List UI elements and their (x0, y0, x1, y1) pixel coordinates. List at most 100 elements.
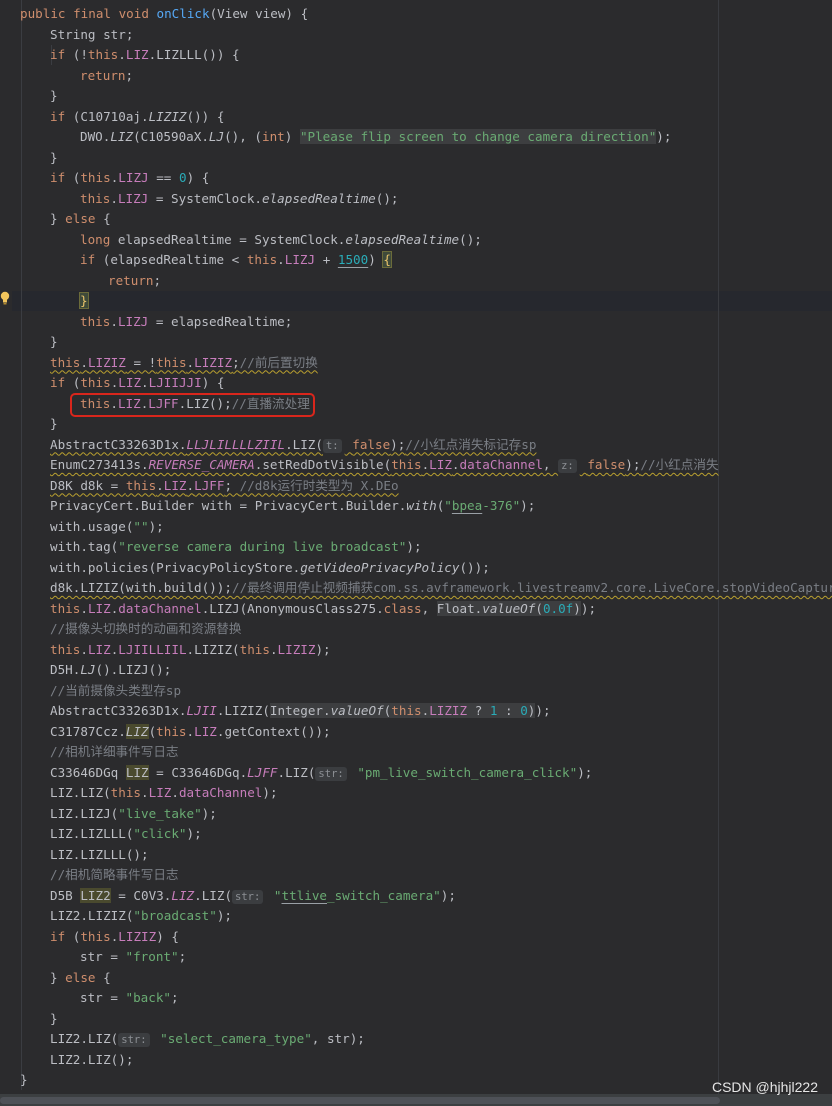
editor-gutter (0, 0, 12, 1106)
code-token: if (50, 375, 66, 390)
code-line[interactable]: this.LIZIZ = !this.LIZIZ;//前后置切换 (50, 353, 318, 373)
code-line[interactable]: this.LIZ.LJIILLIIL.LIZIZ(this.LIZIZ); (50, 640, 331, 660)
code-line[interactable]: if (elapsedRealtime < this.LIZJ + 1500) … (80, 250, 392, 270)
code-line[interactable]: //当前摄像头类型存sp (50, 681, 181, 701)
code-line[interactable]: LIZ2.LIZ(str: "select_camera_type", str)… (50, 1029, 365, 1049)
code-line[interactable]: LIZ.LIZ(this.LIZ.dataChannel); (50, 783, 278, 803)
code-token: if (50, 47, 66, 62)
code-token: LIZIZ (148, 108, 187, 124)
code-line[interactable]: return; (108, 271, 161, 291)
code-line[interactable]: } (50, 148, 58, 168)
code-token: int (262, 129, 285, 144)
code-line[interactable]: LIZ2.LIZIZ("broadcast"); (50, 906, 232, 926)
code-token: //最终调用停止视频捕获com.ss.avframework.livestrea… (231, 580, 832, 595)
lightbulb-icon[interactable] (0, 291, 10, 305)
code-line[interactable]: } (20, 1070, 28, 1090)
code-line[interactable]: //相机详细事件写日志 (50, 742, 179, 762)
code-token: 0 (178, 170, 187, 185)
code-line[interactable]: } (79, 291, 89, 311)
code-line[interactable]: LIZ.LIZLLL("click"); (50, 824, 202, 844)
code-token: //相机详细事件写日志 (50, 744, 179, 759)
code-line[interactable]: str = "front"; (80, 947, 186, 967)
code-line[interactable]: LIZ.LIZJ("live_take"); (50, 804, 217, 824)
code-token: this.LIZIZ = !this.LIZIZ; (50, 354, 240, 370)
code-line[interactable]: public final void onClick(View view) { (20, 4, 308, 24)
code-line[interactable]: EnumC273413s.REVERSE_CAMERA.setRedDotVis… (50, 455, 719, 475)
code-line[interactable]: D8K d8k = this.LIZ.LJFF; //d8k运行时类型为 X.D… (50, 476, 399, 496)
code-token: LIZ (118, 375, 142, 390)
code-token: this (80, 313, 111, 329)
code-token: this (50, 600, 81, 616)
code-token: "Please flip screen to change camera dir… (299, 129, 657, 144)
code-line[interactable]: LIZ2.LIZ(); (50, 1050, 133, 1070)
code-line[interactable]: with.usage(""); (50, 517, 164, 537)
code-token: LJIILLIIL (118, 641, 187, 657)
code-line[interactable]: d8k.LIZIZ(with.build());//最终调用停止视频捕获com.… (50, 578, 832, 598)
code-line[interactable]: this.LIZJ = elapsedRealtime; (80, 312, 292, 332)
code-line[interactable]: D5B LIZ2 = C0V3.LIZ.LIZ(str: "ttlive_swi… (50, 886, 456, 906)
code-token: Float.valueOf(0.0f) (436, 600, 581, 616)
code-token: //当前摄像头类型存sp (50, 682, 182, 698)
code-line[interactable]: if (!this.LIZ.LIZLLL()) { (50, 45, 240, 65)
code-line[interactable]: C31787Ccz.LIZ(this.LIZ.getContext()); (50, 722, 331, 742)
code-line[interactable]: } else { (50, 968, 111, 988)
code-token: false (352, 436, 391, 452)
code-line[interactable]: LIZ.LIZLLL(); (50, 845, 149, 865)
code-line[interactable]: } (50, 86, 58, 106)
code-token: LIZ (125, 764, 149, 780)
code-token: LIZIZ (87, 354, 126, 370)
code-token: LIZ (87, 641, 111, 657)
code-line[interactable]: this.LIZJ = SystemClock.elapsedRealtime(… (80, 189, 399, 209)
code-token: EnumC273413s.REVERSE_CAMERA.setRedDotVis… (50, 457, 641, 473)
code-token: //摄像头切换时的动画和资源替换 (50, 621, 242, 636)
code-token: d8k.LIZIZ(with.build());//最终调用停止视频捕获com.… (50, 580, 832, 595)
code-token: elapsedRealtime (345, 231, 460, 247)
code-line[interactable]: C33646DGq LIZ = C33646DGq.LJFF.LIZ(str: … (50, 763, 592, 783)
code-token: LJFF (194, 477, 225, 493)
code-token: LJ (208, 129, 225, 144)
code-line[interactable]: String str; (50, 25, 133, 45)
code-token: LIZ (125, 723, 149, 739)
param-hint: str: (118, 1033, 150, 1047)
code-line[interactable]: with.tag("reverse camera during live bro… (50, 537, 422, 557)
code-token: valueOf (482, 600, 536, 616)
code-line[interactable]: } else { (50, 209, 111, 229)
code-token: with (406, 498, 437, 513)
scrollbar-thumb[interactable] (0, 1097, 720, 1104)
code-token: LIZ (163, 477, 187, 493)
code-line[interactable]: if (this.LIZ.LJIIJJI) { (50, 373, 224, 393)
code-line[interactable]: //相机简略事件写日志 (50, 865, 179, 885)
code-line[interactable]: this.LIZ.dataChannel.LIZJ(AnonymousClass… (50, 599, 596, 619)
code-line[interactable]: } (50, 1009, 58, 1029)
code-token: this (156, 723, 187, 739)
code-token: LIZIZ (429, 703, 468, 718)
code-line[interactable]: if (this.LIZJ == 0) { (50, 168, 209, 188)
code-token: onClick (156, 6, 210, 21)
code-line[interactable]: return; (80, 66, 133, 86)
code-token: "pm_live_switch_camera_click" (357, 764, 578, 780)
code-line[interactable]: } (50, 332, 58, 352)
code-token: LIZ (429, 457, 452, 472)
code-line[interactable]: with.policies(PrivacyPolicyStore.getVide… (50, 558, 490, 578)
param-hint: str: (315, 766, 347, 781)
param-hint: z: (558, 459, 577, 473)
code-token: //d8k运行时类型为 X.DEo (239, 477, 399, 493)
code-line[interactable]: PrivacyCert.Builder with = PrivacyCert.B… (50, 496, 535, 516)
code-token: 0 (520, 703, 528, 718)
code-token: dataChannel (459, 457, 543, 472)
code-token: LIZJ (118, 170, 149, 185)
code-line[interactable]: if (this.LIZIZ) { (50, 927, 179, 947)
code-line[interactable]: AbstractC33263D1x.LLJLILLLLZIIL.LIZ(t: f… (50, 435, 536, 455)
code-line[interactable]: long elapsedRealtime = SystemClock.elaps… (80, 230, 482, 250)
code-token: if (50, 170, 66, 185)
code-line[interactable]: AbstractC33263D1x.LJII.LIZIZ(Integer.val… (50, 701, 551, 721)
code-line[interactable]: } (50, 414, 58, 434)
code-line[interactable]: D5H.LJ().LIZJ(); (50, 660, 171, 680)
code-line[interactable]: str = "back"; (80, 988, 179, 1008)
code-line[interactable]: DWO.LIZ(C10590aX.LJ(), (int) "Please fli… (80, 127, 671, 147)
code-token: "select_camera_type" (160, 1031, 312, 1046)
horizontal-scrollbar[interactable] (0, 1094, 832, 1106)
code-line[interactable]: if (C10710aj.LIZIZ()) { (50, 107, 224, 127)
code-token: 1500 (337, 252, 369, 267)
code-line[interactable]: //摄像头切换时的动画和资源替换 (50, 619, 241, 639)
